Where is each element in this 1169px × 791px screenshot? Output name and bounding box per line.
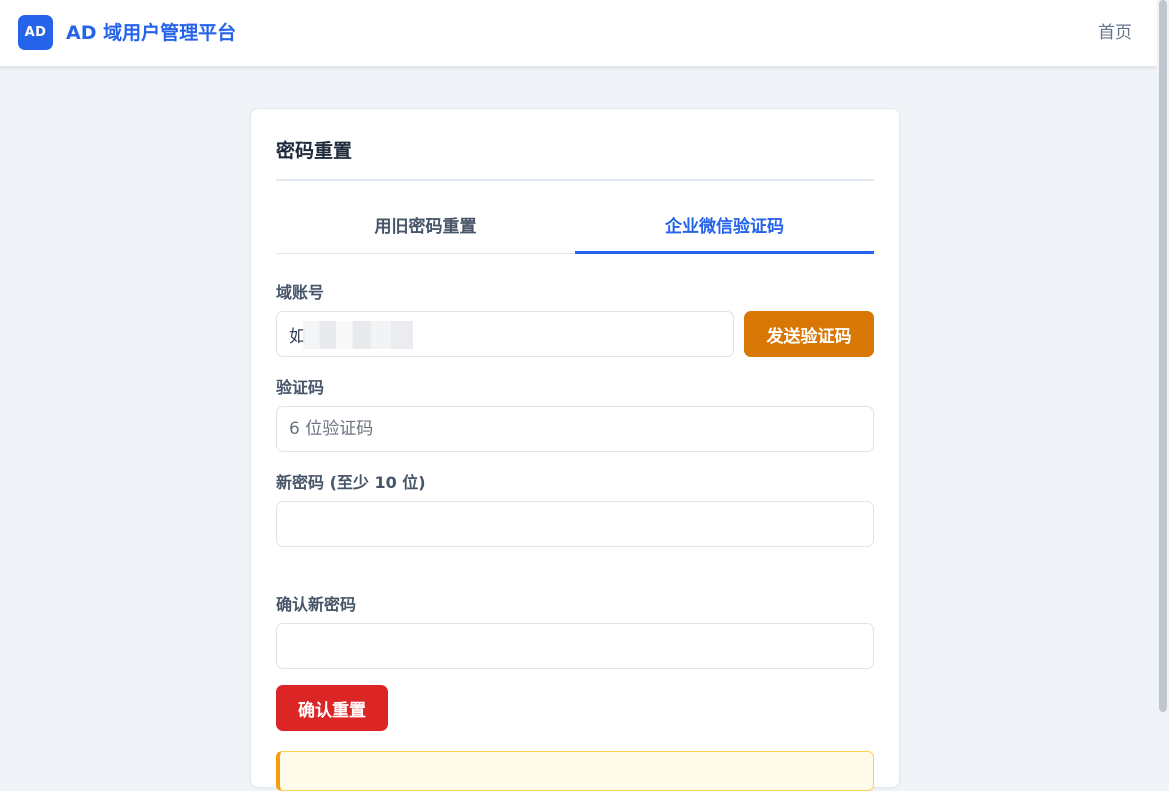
reset-method-tabs: 用旧密码重置 企业微信验证码: [276, 209, 874, 254]
tab-old-password[interactable]: 用旧密码重置: [276, 209, 575, 253]
account-input[interactable]: [276, 311, 734, 357]
confirm-reset-button[interactable]: 确认重置: [276, 685, 388, 731]
new-password-input[interactable]: [276, 501, 874, 547]
confirm-password-input[interactable]: [276, 623, 874, 669]
title-divider: [276, 179, 874, 181]
account-label: 域账号: [276, 283, 325, 302]
top-navbar: AD AD 域用户管理平台 首页: [0, 0, 1157, 67]
app-title: AD 域用户管理平台: [66, 22, 237, 44]
card-title: 密码重置: [276, 140, 353, 162]
confirm-password-label: 确认新密码: [276, 595, 357, 614]
tab-wecom-code[interactable]: 企业微信验证码: [575, 209, 874, 254]
nav-link-home[interactable]: 首页: [1098, 22, 1132, 44]
scrollbar-thumb[interactable]: [1159, 0, 1167, 712]
send-code-button[interactable]: 发送验证码: [744, 311, 874, 357]
new-password-label: 新密码 (至少 10 位): [276, 473, 426, 492]
password-reset-card: 密码重置 用旧密码重置 企业微信验证码 域账号 发送验证码 验证码 新密码 (至…: [250, 108, 900, 791]
code-input[interactable]: [276, 406, 874, 452]
code-label: 验证码: [276, 378, 325, 397]
ad-logo-icon: AD: [18, 15, 53, 50]
notice-banner: [276, 751, 874, 791]
